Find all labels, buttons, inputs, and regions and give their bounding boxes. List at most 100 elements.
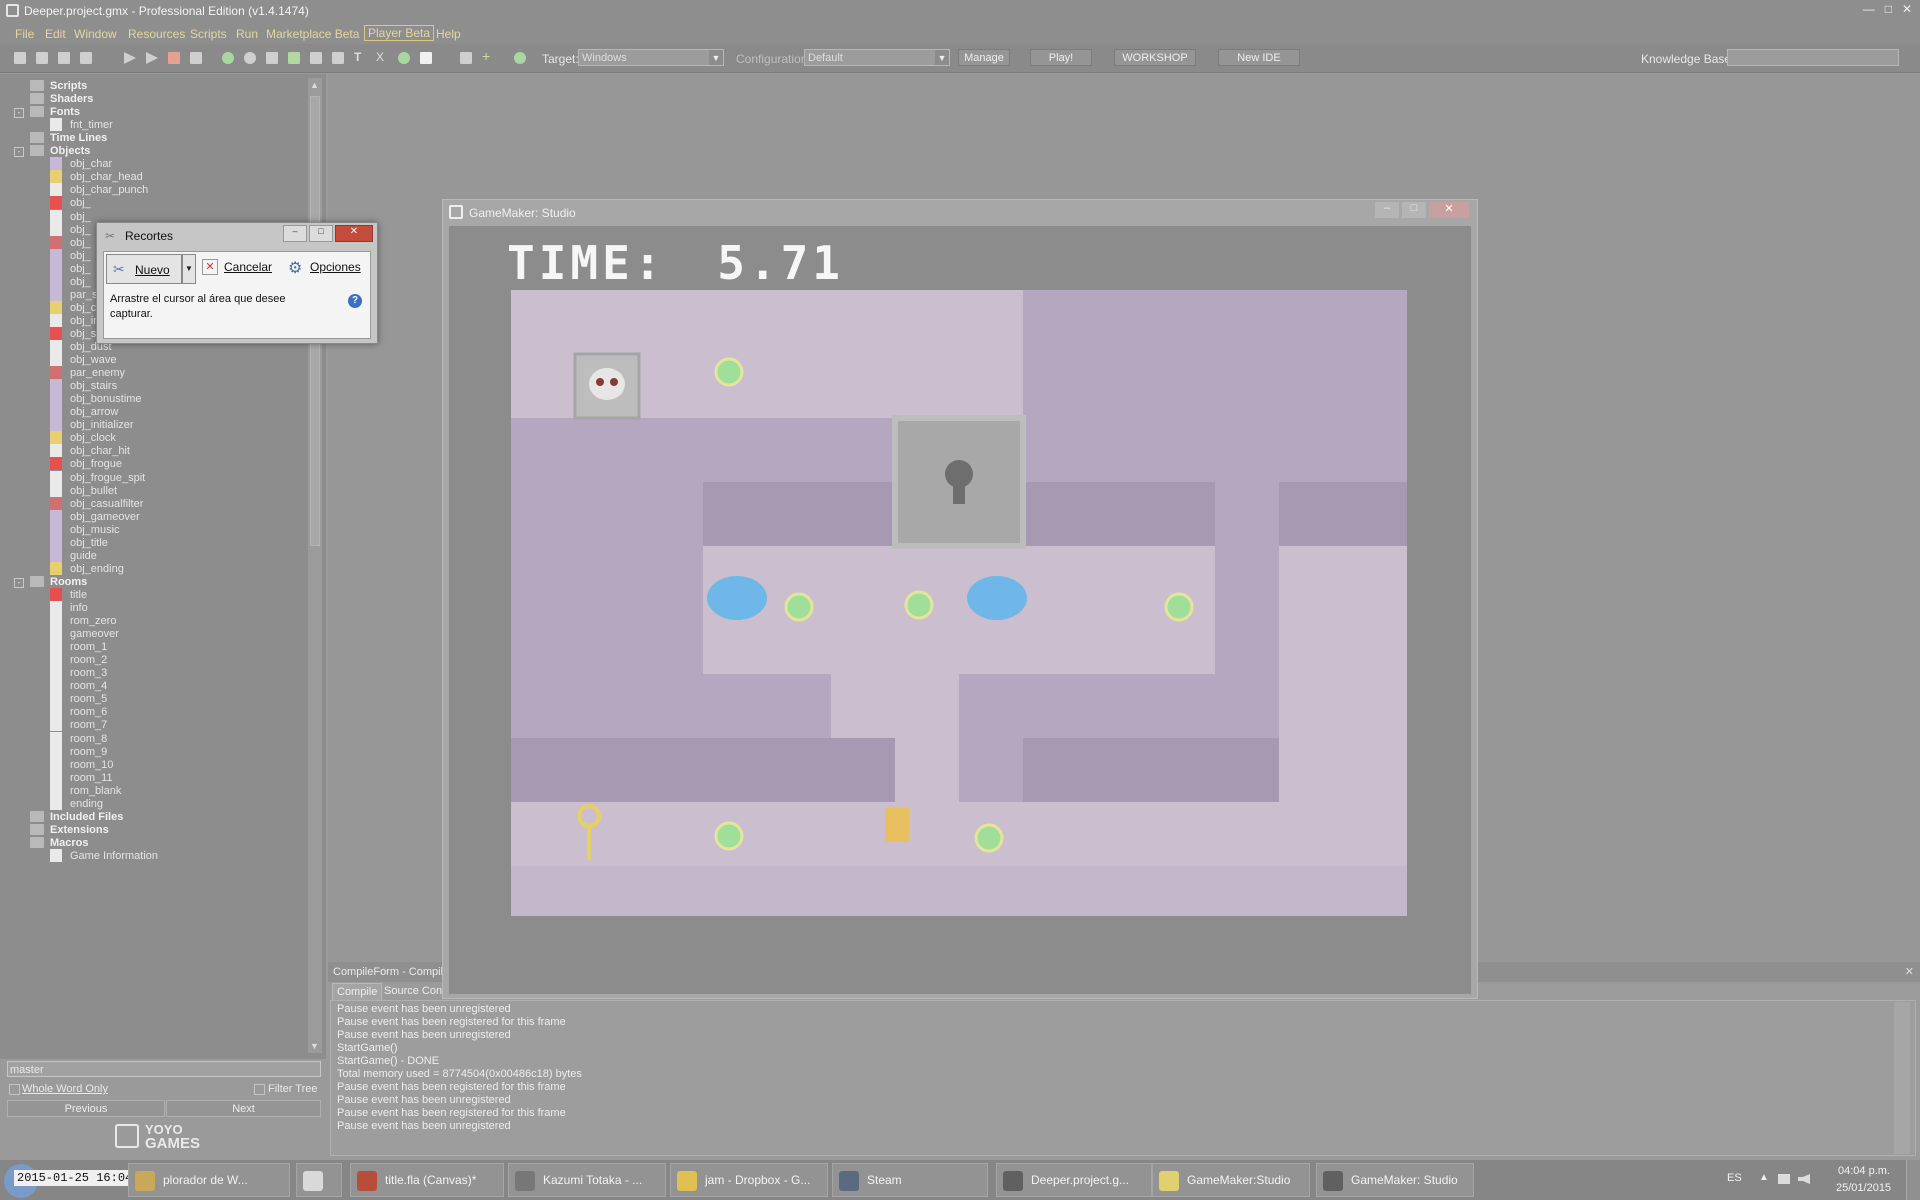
resource-icon xyxy=(50,848,62,862)
compile-log-line: StartGame() - DONE xyxy=(337,1055,440,1067)
workshop-button[interactable]: WORKSHOP xyxy=(1114,49,1196,66)
close-icon[interactable]: ✕ xyxy=(1902,2,1912,16)
add-sound-icon[interactable] xyxy=(244,52,256,64)
minimize-icon[interactable]: – xyxy=(283,225,307,242)
add-room-icon[interactable] xyxy=(420,52,432,64)
add-font-icon[interactable]: T xyxy=(354,50,366,64)
new-ide-button[interactable]: New IDE xyxy=(1218,49,1300,66)
new-snip-button[interactable]: ✂ Nuevo xyxy=(106,254,182,284)
taskbar-task[interactable]: Kazumi Totaka - ... xyxy=(508,1163,666,1197)
app-logo-icon xyxy=(6,4,19,17)
export-icon[interactable] xyxy=(80,52,92,64)
game-window-buttons: – □ ✕ xyxy=(1375,202,1469,218)
add-object-icon[interactable] xyxy=(398,52,410,64)
add-script-icon[interactable] xyxy=(310,52,322,64)
clock-date[interactable]: 25/01/2015 xyxy=(1836,1182,1891,1194)
stop-icon[interactable] xyxy=(168,52,180,64)
knowledge-base-input[interactable] xyxy=(1727,49,1899,66)
tab-compile[interactable]: Compile xyxy=(332,983,383,1001)
add-timeline-icon[interactable]: X xyxy=(376,50,388,64)
taskbar-task[interactable]: GameMaker: Studio xyxy=(1316,1163,1474,1197)
open-folder-icon[interactable] xyxy=(36,52,48,64)
compile-close-icon[interactable]: ✕ xyxy=(1905,965,1914,978)
config-label: Configuration: xyxy=(736,52,811,66)
app-icon xyxy=(1159,1171,1179,1191)
menu-resources[interactable]: Resources xyxy=(128,27,185,41)
resource-icon xyxy=(50,796,62,810)
resource-icon xyxy=(50,535,62,549)
minimize-icon[interactable]: – xyxy=(1375,202,1399,218)
show-desktop-button[interactable] xyxy=(1906,1160,1920,1200)
new-snip-dropdown[interactable]: ▼ xyxy=(182,254,196,284)
taskbar-task[interactable] xyxy=(296,1163,342,1197)
run-icon[interactable] xyxy=(124,52,136,64)
play-button[interactable]: Play! xyxy=(1030,49,1092,66)
menu-run[interactable]: Run xyxy=(236,27,258,41)
add-path-icon[interactable] xyxy=(288,52,300,64)
tree-item[interactable]: Game Information xyxy=(0,848,306,864)
menu-edit[interactable]: Edit xyxy=(45,27,66,41)
maximize-icon[interactable]: □ xyxy=(309,225,333,242)
menu-marketplace[interactable]: Marketplace Beta xyxy=(266,27,359,41)
debug-run-icon[interactable] xyxy=(146,52,158,64)
new-file-icon[interactable] xyxy=(14,52,26,64)
menu-help[interactable]: Help xyxy=(436,27,461,41)
manage-button[interactable]: Manage xyxy=(958,49,1010,66)
maximize-icon[interactable]: □ xyxy=(1402,202,1426,218)
help-icon[interactable]: ? xyxy=(348,294,362,308)
minimize-icon[interactable]: — xyxy=(1863,2,1875,16)
menu-player-beta[interactable]: Player Beta xyxy=(364,25,435,41)
config-select[interactable]: Default ▼ xyxy=(804,49,950,66)
snip-title: Recortes xyxy=(125,229,174,243)
taskbar-task[interactable]: jam - Dropbox - G... xyxy=(670,1163,828,1197)
network-icon[interactable] xyxy=(1778,1174,1790,1184)
coin xyxy=(974,823,1004,853)
extensions-icon[interactable]: + xyxy=(482,48,494,64)
add-shader-icon[interactable] xyxy=(332,52,344,64)
close-icon[interactable]: ✕ xyxy=(335,225,373,242)
resource-icon xyxy=(50,326,62,340)
resource-icon xyxy=(50,340,62,353)
game-canvas[interactable]: TIME: 5.71 xyxy=(449,226,1471,994)
menu-file[interactable]: File xyxy=(15,27,34,41)
tab-source-control[interactable]: Source Con xyxy=(380,983,446,999)
previous-button[interactable]: Previous xyxy=(7,1100,165,1117)
next-button[interactable]: Next xyxy=(166,1100,321,1117)
menu-window[interactable]: Window xyxy=(74,27,117,41)
game-settings-icon[interactable] xyxy=(460,52,472,64)
filter-tree-checkbox[interactable] xyxy=(254,1084,265,1095)
compile-scrollbar[interactable] xyxy=(1894,1002,1910,1154)
volume-icon[interactable] xyxy=(1798,1174,1810,1184)
resource-icon xyxy=(50,405,62,419)
coin xyxy=(714,821,744,851)
taskbar-task[interactable]: Deeper.project.g... xyxy=(996,1163,1152,1197)
scroll-down-icon[interactable]: ▼ xyxy=(310,1041,319,1051)
help-icon[interactable] xyxy=(514,52,526,64)
resource-search-input[interactable]: master xyxy=(7,1061,321,1077)
scroll-up-icon[interactable]: ▲ xyxy=(310,80,319,90)
maximize-icon[interactable]: □ xyxy=(1885,2,1892,16)
save-icon[interactable] xyxy=(58,52,70,64)
language-indicator[interactable]: ES xyxy=(1727,1172,1742,1184)
clock-time[interactable]: 04:04 p.m. xyxy=(1838,1165,1890,1177)
taskbar-task[interactable]: plorador de W... xyxy=(128,1163,290,1197)
taskbar-task[interactable]: GameMaker:Studio xyxy=(1152,1163,1310,1197)
whole-word-checkbox[interactable] xyxy=(9,1084,20,1095)
clean-icon[interactable] xyxy=(190,52,202,64)
knowledge-base-label: Knowledge Base: xyxy=(1641,52,1735,66)
close-icon[interactable]: ✕ xyxy=(1429,202,1469,218)
tray-expand-icon[interactable]: ▲ xyxy=(1759,1172,1769,1183)
frog-enemy xyxy=(967,576,1027,620)
target-select[interactable]: Windows ▼ xyxy=(578,49,724,66)
add-background-icon[interactable] xyxy=(266,52,278,64)
coin xyxy=(904,590,934,620)
taskbar-task[interactable]: title.fla (Canvas)* xyxy=(350,1163,504,1197)
coin xyxy=(1164,592,1194,622)
coin xyxy=(784,592,814,622)
menu-scripts[interactable]: Scripts xyxy=(190,27,227,41)
folder-icon xyxy=(30,106,44,118)
taskbar-task-label: GameMaker:Studio xyxy=(1187,1173,1291,1187)
taskbar-task[interactable]: Steam xyxy=(832,1163,988,1197)
compile-log-line: Pause event has been registered for this… xyxy=(337,1081,566,1093)
add-sprite-icon[interactable] xyxy=(222,52,234,64)
